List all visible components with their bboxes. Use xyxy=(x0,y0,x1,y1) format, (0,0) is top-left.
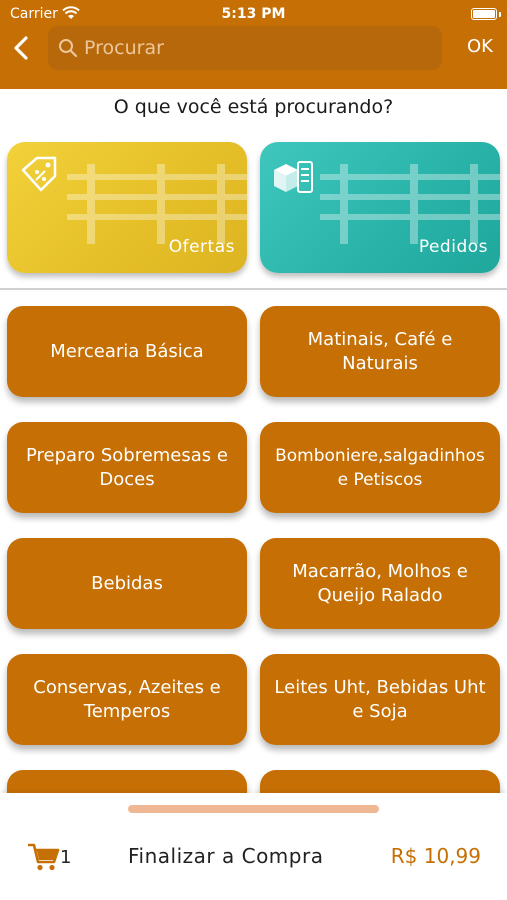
supermarket-shelves-image xyxy=(67,164,247,244)
page-question: O que você está procurando? xyxy=(113,96,394,118)
status-bar: Carrier 5:13 PM xyxy=(0,0,507,28)
category-macarrao-molhos-queijo[interactable]: Macarrão, Molhos e Queijo Ralado xyxy=(260,538,500,629)
category-mercearia-basica[interactable]: Mercearia Básica xyxy=(7,306,247,397)
offers-label: Ofertas xyxy=(168,237,235,257)
category-conservas-azeites-temperos[interactable]: Conservas, Azeites e Temperos xyxy=(7,654,247,745)
supermarket-shelves-image xyxy=(320,164,500,244)
category-preparo-sobremesas-doces[interactable]: Preparo Sobremesas e Doces xyxy=(7,422,247,513)
sheet-drag-handle[interactable] xyxy=(128,805,379,813)
shopping-cart-icon[interactable] xyxy=(28,842,60,872)
discount-tag-icon xyxy=(21,156,57,192)
app-header: Carrier 5:13 PM OK xyxy=(0,0,507,89)
search-input[interactable] xyxy=(84,32,434,64)
checkout-button[interactable]: Finalizar a Compra xyxy=(128,844,323,868)
section-divider xyxy=(0,288,507,290)
search-icon xyxy=(59,39,78,58)
battery-tip xyxy=(499,12,501,17)
offers-card[interactable]: Ofertas xyxy=(7,142,247,273)
cart-total: R$ 10,99 xyxy=(390,844,481,868)
category-bomboniere-salgadinhos-petiscos[interactable]: Bomboniere,salgadinhos e Petiscos xyxy=(260,422,500,513)
orders-label: Pedidos xyxy=(418,237,488,257)
back-chevron-icon[interactable] xyxy=(8,30,36,66)
battery-icon xyxy=(471,8,497,20)
clock: 5:13 PM xyxy=(221,6,286,22)
ok-button[interactable]: OK xyxy=(467,36,493,57)
box-checklist-icon xyxy=(274,161,313,193)
category-bebidas[interactable]: Bebidas xyxy=(7,538,247,629)
cart-count: 1 xyxy=(60,847,72,868)
category-leites-uht-bebidas-soja[interactable]: Leites Uht, Bebidas Uht e Soja xyxy=(260,654,500,745)
orders-card[interactable]: Pedidos xyxy=(260,142,500,273)
search-bar[interactable] xyxy=(48,26,442,70)
category-matinais-cafe-naturais[interactable]: Matinais, Café e Naturais xyxy=(260,306,500,397)
